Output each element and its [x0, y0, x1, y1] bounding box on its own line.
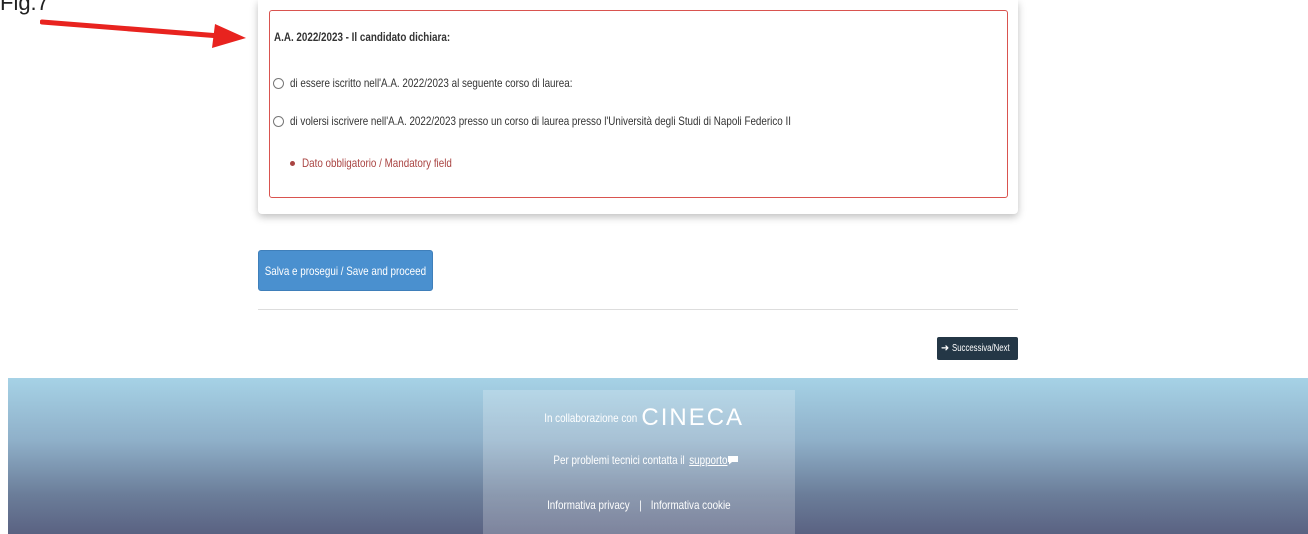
validation-error: Dato obbligatorio / Mandatory field: [290, 156, 485, 170]
next-button-label[interactable]: Successiva/Next: [952, 343, 1010, 354]
option-enrolled[interactable]: di essere iscritto nell'A.A. 2022/2023 a…: [273, 76, 635, 90]
option-enrolled-label[interactable]: di essere iscritto nell'A.A. 2022/2023 a…: [290, 76, 572, 90]
chat-bubble-icon[interactable]: [727, 455, 739, 465]
figure-label: Fig.7: [0, 0, 49, 15]
support-link[interactable]: supporto: [689, 453, 727, 467]
footer: In collaborazione con CINECA Per problem…: [8, 378, 1308, 534]
radio-enrolled[interactable]: [273, 77, 284, 89]
collaboration-text: In collaborazione con: [544, 411, 638, 425]
declaration-fieldset: A.A. 2022/2023 - Il candidato dichiara: …: [269, 10, 1008, 198]
error-message: Dato obbligatorio / Mandatory field: [302, 156, 452, 170]
next-button[interactable]: ➜ Successiva/Next: [937, 337, 1018, 360]
privacy-link[interactable]: Informativa privacy: [547, 498, 630, 512]
legal-links: Informativa privacy | Informativa cookie: [483, 498, 795, 512]
support-text: Per problemi tecnici contatta il: [553, 453, 685, 467]
save-button-label[interactable]: Salva e prosegui / Save and proceed: [265, 264, 426, 278]
arrow-right-icon[interactable]: ➜: [941, 343, 949, 354]
option-intend-to-enroll-label[interactable]: di volersi iscrivere nell'A.A. 2022/2023…: [290, 114, 791, 128]
save-and-proceed-button[interactable]: Salva e prosegui / Save and proceed: [258, 250, 433, 291]
error-bullet-icon: [290, 160, 295, 166]
declaration-card: A.A. 2022/2023 - Il candidato dichiara: …: [258, 0, 1018, 214]
cookie-link[interactable]: Informativa cookie: [651, 498, 731, 512]
collaboration-line: In collaborazione con CINECA: [483, 404, 795, 432]
divider: [258, 309, 1018, 310]
red-arrow-icon: [40, 19, 246, 48]
support-line: Per problemi tecnici contatta il support…: [483, 453, 795, 467]
declaration-legend: A.A. 2022/2023 - Il candidato dichiara:: [274, 30, 451, 44]
radio-intend-to-enroll[interactable]: [273, 115, 284, 127]
footer-info-box: In collaborazione con CINECA Per problem…: [483, 390, 795, 534]
option-intend-to-enroll[interactable]: di volersi iscrivere nell'A.A. 2022/2023…: [273, 114, 901, 128]
link-separator: |: [639, 498, 642, 512]
cineca-logo: CINECA: [641, 404, 745, 431]
